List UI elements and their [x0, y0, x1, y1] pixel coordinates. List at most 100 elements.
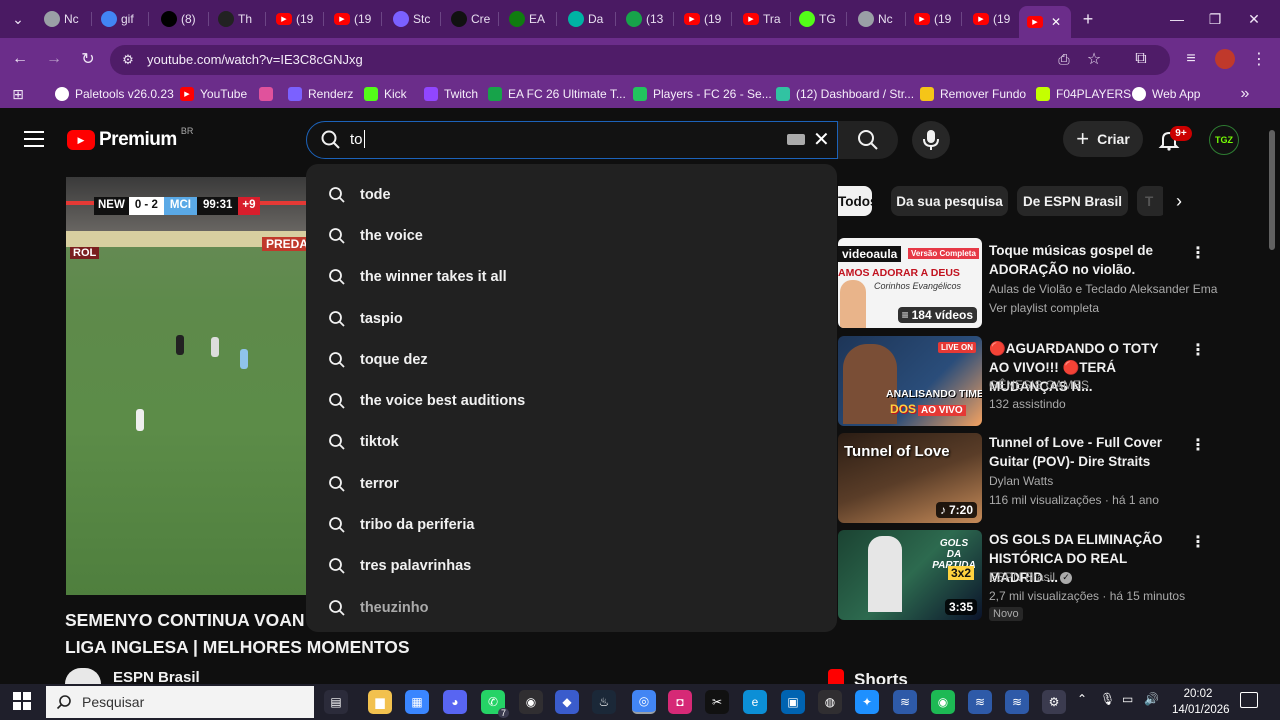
maximize-button[interactable]: ❐ — [1203, 8, 1227, 30]
task-view-icon[interactable]: ▤ — [324, 690, 348, 714]
settings-icon[interactable]: ⚙ — [1042, 690, 1066, 714]
hamburger-menu-icon[interactable] — [24, 129, 44, 149]
chevron-right-icon[interactable]: › — [1163, 186, 1195, 216]
pinned-app-icon[interactable]: ≋ — [968, 690, 992, 714]
browser-tab[interactable]: Nc — [852, 6, 906, 32]
channel-avatar[interactable] — [65, 668, 101, 684]
more-options-icon[interactable]: ⋮ — [1190, 340, 1206, 360]
youtube-premium-logo[interactable]: ▶ Premium BR — [67, 126, 193, 151]
related-channel[interactable]: GÊNESIS GAMES — [989, 376, 1089, 395]
bookmark-item[interactable]: Remover Fundo — [920, 85, 1026, 103]
bookmark-item[interactable]: ▶ YouTube — [180, 85, 247, 103]
forward-button[interactable]: → — [43, 48, 65, 70]
capcut-icon[interactable]: ✂ — [705, 690, 729, 714]
search-suggestion[interactable]: tres palavrinhas — [306, 546, 837, 587]
browser-tab[interactable]: Cre — [445, 6, 499, 32]
search-suggestion[interactable]: the winner takes it all — [306, 257, 837, 298]
scrollbar-thumb[interactable] — [1269, 130, 1275, 250]
taskbar-clock[interactable]: 20:02 14/01/2026 — [1172, 686, 1230, 718]
related-meta[interactable]: Ver playlist completa — [989, 299, 1099, 318]
more-options-icon[interactable]: ⋮ — [1190, 435, 1206, 455]
search-suggestion[interactable]: theuzinho — [306, 587, 837, 628]
related-meta[interactable]: 132 assistindo — [989, 395, 1066, 414]
site-info-icon[interactable]: ⚙ — [117, 49, 139, 71]
search-suggestion[interactable]: toque dez — [306, 339, 837, 380]
obs-studio-icon[interactable]: ◍ — [818, 690, 842, 714]
browser-tab[interactable]: ▶ (19 — [678, 6, 732, 32]
bookmark-item[interactable]: EA FC 26 Ultimate T... — [488, 85, 626, 103]
related-channel[interactable]: Aulas de Violão e Teclado Aleksander Ema — [989, 280, 1217, 299]
browser-tab[interactable]: ▶ (19 — [270, 6, 324, 32]
install-app-icon[interactable]: ⎙ — [1053, 48, 1075, 70]
reload-button[interactable]: ↻ — [77, 48, 99, 70]
chip-all[interactable]: Todos — [838, 186, 878, 216]
notifications-center-icon[interactable] — [1240, 692, 1258, 708]
bookmark-item[interactable]: Paletools v26.0.23 — [55, 85, 174, 103]
search-suggestion[interactable]: tiktok — [306, 422, 837, 463]
browser-tab[interactable]: (13 — [620, 6, 674, 32]
bookmark-item[interactable]: F04PLAYERS — [1036, 85, 1131, 103]
windows-start-icon[interactable] — [13, 692, 31, 710]
search-suggestion[interactable]: taspio — [306, 298, 837, 339]
related-thumbnail[interactable]: videoaula Versão Completa AMOS ADORAR A … — [838, 238, 982, 328]
apps-grid-icon[interactable]: ⊞ — [7, 83, 29, 105]
bookmark-item[interactable]: (12) Dashboard / Str... — [776, 85, 914, 103]
browser-tab[interactable]: Da — [562, 6, 616, 32]
related-thumbnail[interactable]: LIVE ON ANALISANDO TIMES DOS AO VIVO — [838, 336, 982, 426]
network-icon[interactable]: ▭ — [1122, 692, 1133, 706]
keyboard-icon[interactable] — [787, 134, 805, 145]
taskbar-search-box[interactable]: Pesquisar — [46, 686, 314, 718]
obs-icon[interactable]: ◉ — [519, 690, 543, 714]
discord-icon[interactable]: ◕ — [443, 690, 467, 714]
related-channel[interactable]: Dylan Watts — [989, 472, 1053, 491]
browser-tab[interactable]: Th — [212, 6, 266, 32]
bookmark-item[interactable]: Twitch — [424, 85, 478, 103]
browser-tab[interactable]: ▶ Tra — [737, 6, 791, 32]
browser-tab[interactable]: TG — [793, 6, 847, 32]
app-icon[interactable]: ✦ — [855, 690, 879, 714]
browser-tab[interactable]: ▶ (19 — [908, 6, 962, 32]
close-window-button[interactable]: ✕ — [1242, 8, 1266, 30]
menu-dots-icon[interactable]: ⋮ — [1248, 48, 1270, 70]
search-box[interactable] — [306, 121, 838, 159]
search-button[interactable] — [838, 121, 898, 159]
bookmark-item[interactable]: Kick — [364, 85, 407, 103]
chip-from-search[interactable]: Da sua pesquisa — [891, 186, 1008, 216]
search-suggestion[interactable]: tribo da periferia — [306, 504, 837, 545]
terminal-icon[interactable]: ▣ — [781, 690, 805, 714]
related-title[interactable]: Toque músicas gospel de ADORAÇÃO no viol… — [989, 241, 1179, 279]
tab-search-icon[interactable]: ⌄ — [6, 8, 30, 30]
browser-tab[interactable]: Nc — [38, 6, 92, 32]
browser-tab[interactable]: EA — [503, 6, 557, 32]
profile-avatar[interactable] — [1214, 48, 1236, 70]
bookmark-item[interactable]: Players - FC 26 - Se... — [633, 85, 772, 103]
pinned-app-icon[interactable]: ≋ — [1005, 690, 1029, 714]
related-title[interactable]: Tunnel of Love - Full Cover Guitar (POV)… — [989, 433, 1179, 471]
browser-tab[interactable]: gif — [95, 6, 149, 32]
related-meta[interactable]: 2,7 mil visualizações · há 15 minutos — [989, 587, 1185, 606]
create-button[interactable]: + Criar — [1063, 121, 1143, 157]
instagram-icon[interactable]: ◘ — [668, 690, 692, 714]
browser-tab[interactable]: ▶ (19 — [328, 6, 382, 32]
search-input[interactable]: to — [350, 131, 363, 148]
media-control-icon[interactable]: ≡ — [1180, 48, 1202, 70]
chevron-up-icon[interactable]: ⌃ — [1077, 692, 1087, 706]
microphone-tray-icon[interactable]: 🎙 — [1100, 692, 1115, 706]
search-suggestion[interactable]: the voice — [306, 215, 837, 256]
vs-icon[interactable]: ◆ — [555, 690, 579, 714]
related-channel[interactable]: ESPN Brasil — [989, 568, 1055, 587]
edge-icon[interactable]: e — [743, 690, 767, 714]
bookmark-star-icon[interactable]: ☆ — [1083, 48, 1105, 70]
related-meta[interactable]: 116 mil visualizações · há 1 ano — [989, 491, 1159, 510]
search-suggestion[interactable]: tode — [306, 174, 837, 215]
volume-icon[interactable]: 🔊 — [1144, 692, 1159, 706]
tab-active-youtube[interactable]: ▶ ✕ — [1019, 6, 1071, 38]
bookmark-item[interactable]: Renderz — [288, 85, 353, 103]
video-player[interactable]: ROL PREDA NEW 0 - 2 MCI 99:31 +9 — [66, 177, 306, 595]
url-text[interactable]: youtube.com/watch?v=IE3C8cGNJxg — [147, 52, 363, 67]
more-options-icon[interactable]: ⋮ — [1190, 243, 1206, 263]
search-suggestion[interactable]: the voice best auditions — [306, 380, 837, 421]
steam-icon[interactable]: ♨ — [592, 690, 616, 714]
chrome-icon[interactable]: ◎ — [632, 690, 656, 714]
extensions-icon[interactable]: ⧉ — [1130, 48, 1152, 70]
